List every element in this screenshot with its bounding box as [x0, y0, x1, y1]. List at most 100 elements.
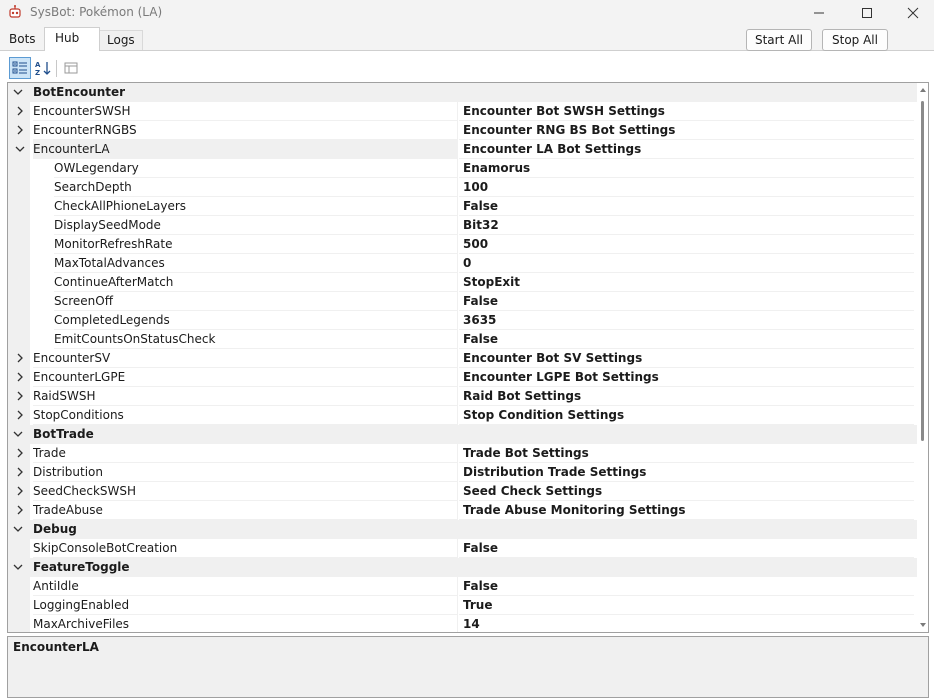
scroll-up-arrow-icon[interactable]: [919, 86, 927, 94]
chevron-right-icon[interactable]: [14, 124, 26, 136]
property-row[interactable]: OWLegendary Enamorus: [8, 159, 928, 178]
property-name: ContinueAfterMatch: [54, 273, 458, 292]
property-row[interactable]: MaxTotalAdvances 0: [8, 254, 928, 273]
property-value[interactable]: Distribution Trade Settings: [459, 463, 914, 482]
tab-hub[interactable]: Hub: [44, 27, 100, 51]
property-row[interactable]: EncounterSV Encounter Bot SV Settings: [8, 349, 928, 368]
row-gutter: [8, 197, 30, 216]
property-value[interactable]: Raid Bot Settings: [459, 387, 914, 406]
property-value[interactable]: False: [459, 197, 914, 216]
property-name: DisplaySeedMode: [54, 216, 458, 235]
property-value[interactable]: False: [459, 330, 914, 349]
property-name: LoggingEnabled: [33, 596, 458, 615]
property-row[interactable]: Distribution Distribution Trade Settings: [8, 463, 928, 482]
alphabetical-sort-icon: A Z: [35, 61, 51, 76]
start-all-button[interactable]: Start All: [746, 29, 812, 51]
property-row[interactable]: CheckAllPhioneLayers False: [8, 197, 928, 216]
chevron-down-icon[interactable]: [14, 143, 26, 155]
row-gutter: [8, 235, 30, 254]
chevron-down-icon[interactable]: [12, 86, 24, 98]
property-value[interactable]: Encounter LGPE Bot Settings: [459, 368, 914, 387]
category-row[interactable]: FeatureToggle: [8, 558, 928, 577]
title-bar: SysBot: Pokémon (LA): [0, 0, 934, 26]
property-value[interactable]: StopExit: [459, 273, 914, 292]
property-value[interactable]: Trade Abuse Monitoring Settings: [459, 501, 914, 520]
property-row[interactable]: AntiIdle False: [8, 577, 928, 596]
property-row[interactable]: TradeAbuse Trade Abuse Monitoring Setting…: [8, 501, 928, 520]
vertical-scrollbar[interactable]: [917, 83, 928, 632]
property-value[interactable]: Bit32: [459, 216, 914, 235]
property-row[interactable]: DisplaySeedMode Bit32: [8, 216, 928, 235]
minimize-button[interactable]: [796, 0, 842, 26]
property-value[interactable]: Trade Bot Settings: [459, 444, 914, 463]
tab-bots[interactable]: Bots: [2, 30, 43, 50]
property-value[interactable]: Encounter Bot SV Settings: [459, 349, 914, 368]
property-row[interactable]: EncounterSWSH Encounter Bot SWSH Settings: [8, 102, 928, 121]
property-row[interactable]: MaxArchiveFiles 14: [8, 615, 928, 632]
property-row[interactable]: CompletedLegends 3635: [8, 311, 928, 330]
chevron-right-icon[interactable]: [14, 105, 26, 117]
scroll-thumb[interactable]: [921, 101, 924, 441]
alphabetical-button[interactable]: A Z: [32, 57, 54, 79]
category-row[interactable]: BotEncounter: [8, 83, 928, 102]
property-row[interactable]: ContinueAfterMatch StopExit: [8, 273, 928, 292]
property-name: SeedCheckSWSH: [33, 482, 458, 501]
categorized-button[interactable]: [9, 57, 31, 79]
property-row[interactable]: SearchDepth 100: [8, 178, 928, 197]
property-row[interactable]: MonitorRefreshRate 500: [8, 235, 928, 254]
property-row[interactable]: SeedCheckSWSH Seed Check Settings: [8, 482, 928, 501]
property-row[interactable]: EncounterLGPE Encounter LGPE Bot Settings: [8, 368, 928, 387]
property-value[interactable]: 14: [459, 615, 914, 632]
category-label: BotTrade: [33, 427, 94, 441]
property-value[interactable]: Encounter RNG BS Bot Settings: [459, 121, 914, 140]
property-value[interactable]: False: [459, 292, 914, 311]
maximize-button[interactable]: [844, 0, 890, 26]
chevron-right-icon[interactable]: [14, 371, 26, 383]
property-value[interactable]: Encounter Bot SWSH Settings: [459, 102, 914, 121]
property-name: MaxTotalAdvances: [54, 254, 458, 273]
property-row[interactable]: EmitCountsOnStatusCheck False: [8, 330, 928, 349]
property-row[interactable]: RaidSWSH Raid Bot Settings: [8, 387, 928, 406]
property-value[interactable]: Seed Check Settings: [459, 482, 914, 501]
property-row[interactable]: EncounterLA Encounter LA Bot Settings: [8, 140, 928, 159]
chevron-right-icon[interactable]: [14, 447, 26, 459]
close-button[interactable]: [890, 0, 934, 26]
property-value[interactable]: 3635: [459, 311, 914, 330]
scroll-down-arrow-icon[interactable]: [919, 621, 927, 629]
category-row[interactable]: Debug: [8, 520, 928, 539]
chevron-right-icon[interactable]: [14, 504, 26, 516]
property-value[interactable]: Enamorus: [459, 159, 914, 178]
window-title: SysBot: Pokémon (LA): [30, 5, 163, 19]
property-value[interactable]: 0: [459, 254, 914, 273]
chevron-down-icon[interactable]: [12, 561, 24, 573]
property-value[interactable]: False: [459, 539, 914, 558]
property-row[interactable]: ScreenOff False: [8, 292, 928, 311]
property-grid[interactable]: BotEncounter EncounterSWSH Encounter Bot S…: [7, 82, 929, 633]
categorized-icon: [12, 61, 27, 74]
property-row[interactable]: StopConditions Stop Condition Settings: [8, 406, 928, 425]
chevron-right-icon[interactable]: [14, 485, 26, 497]
property-value[interactable]: 100: [459, 178, 914, 197]
property-pages-button[interactable]: [60, 57, 82, 79]
chevron-right-icon[interactable]: [14, 466, 26, 478]
chevron-right-icon[interactable]: [14, 390, 26, 402]
property-value[interactable]: 500: [459, 235, 914, 254]
property-pages-icon: [64, 62, 78, 74]
toolbar-separator: [56, 60, 57, 77]
category-label: BotEncounter: [33, 85, 126, 99]
property-value[interactable]: Stop Condition Settings: [459, 406, 914, 425]
chevron-down-icon[interactable]: [12, 428, 24, 440]
tab-logs[interactable]: Logs: [99, 30, 143, 50]
property-row[interactable]: SkipConsoleBotCreation False: [8, 539, 928, 558]
property-value[interactable]: True: [459, 596, 914, 615]
property-row[interactable]: LoggingEnabled True: [8, 596, 928, 615]
chevron-down-icon[interactable]: [12, 523, 24, 535]
stop-all-button[interactable]: Stop All: [822, 29, 888, 51]
chevron-right-icon[interactable]: [14, 409, 26, 421]
property-value[interactable]: Encounter LA Bot Settings: [459, 140, 914, 159]
chevron-right-icon[interactable]: [14, 352, 26, 364]
property-row[interactable]: EncounterRNGBS Encounter RNG BS Bot Setti…: [8, 121, 928, 140]
category-row[interactable]: BotTrade: [8, 425, 928, 444]
property-value[interactable]: False: [459, 577, 914, 596]
property-row[interactable]: Trade Trade Bot Settings: [8, 444, 928, 463]
